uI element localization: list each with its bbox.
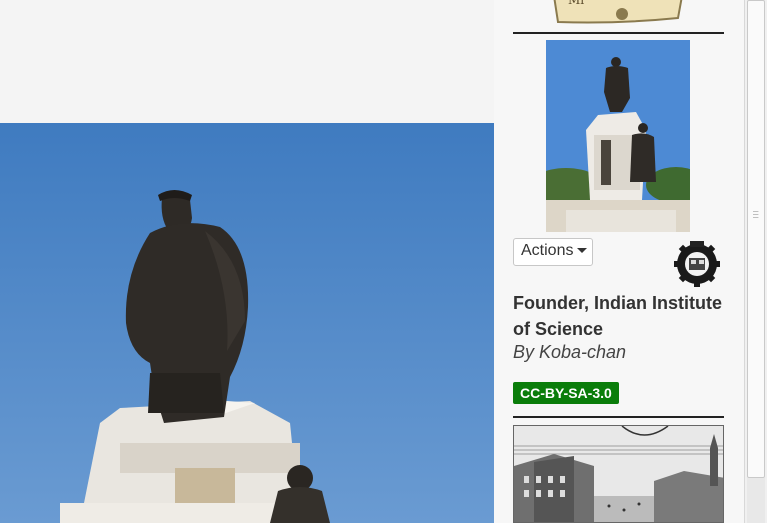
license-badge[interactable]: CC-BY-SA-3.0 [513,382,619,404]
image-title: Founder, Indian Institute of Science [513,293,722,339]
main-statue-image[interactable] [0,123,494,523]
scrollbar-thumb[interactable]: – – – [747,0,765,478]
vertical-scrollbar[interactable]: – – – [744,0,767,523]
next-thumbnail-engraving[interactable] [513,425,724,523]
actions-label: Actions [521,242,574,259]
gear-robot-icon[interactable] [672,238,722,288]
scrollbar-track[interactable] [747,478,765,523]
thumbnail-image[interactable] [546,40,690,232]
author-byline[interactable]: By Koba-chan [513,342,626,363]
divider-top [513,32,724,34]
site-logo-badge[interactable]: Mi [550,0,686,28]
logo-text: Mi [568,0,584,7]
page-header-area [0,0,494,123]
actions-dropdown-button[interactable]: Actions [513,238,593,266]
scrollbar-grip-icon: – – – [753,207,759,223]
divider-bottom [513,416,724,418]
image-sidebar: Mi Actions Founder, Indian Institute of … [494,0,744,523]
caret-down-icon [577,248,588,254]
